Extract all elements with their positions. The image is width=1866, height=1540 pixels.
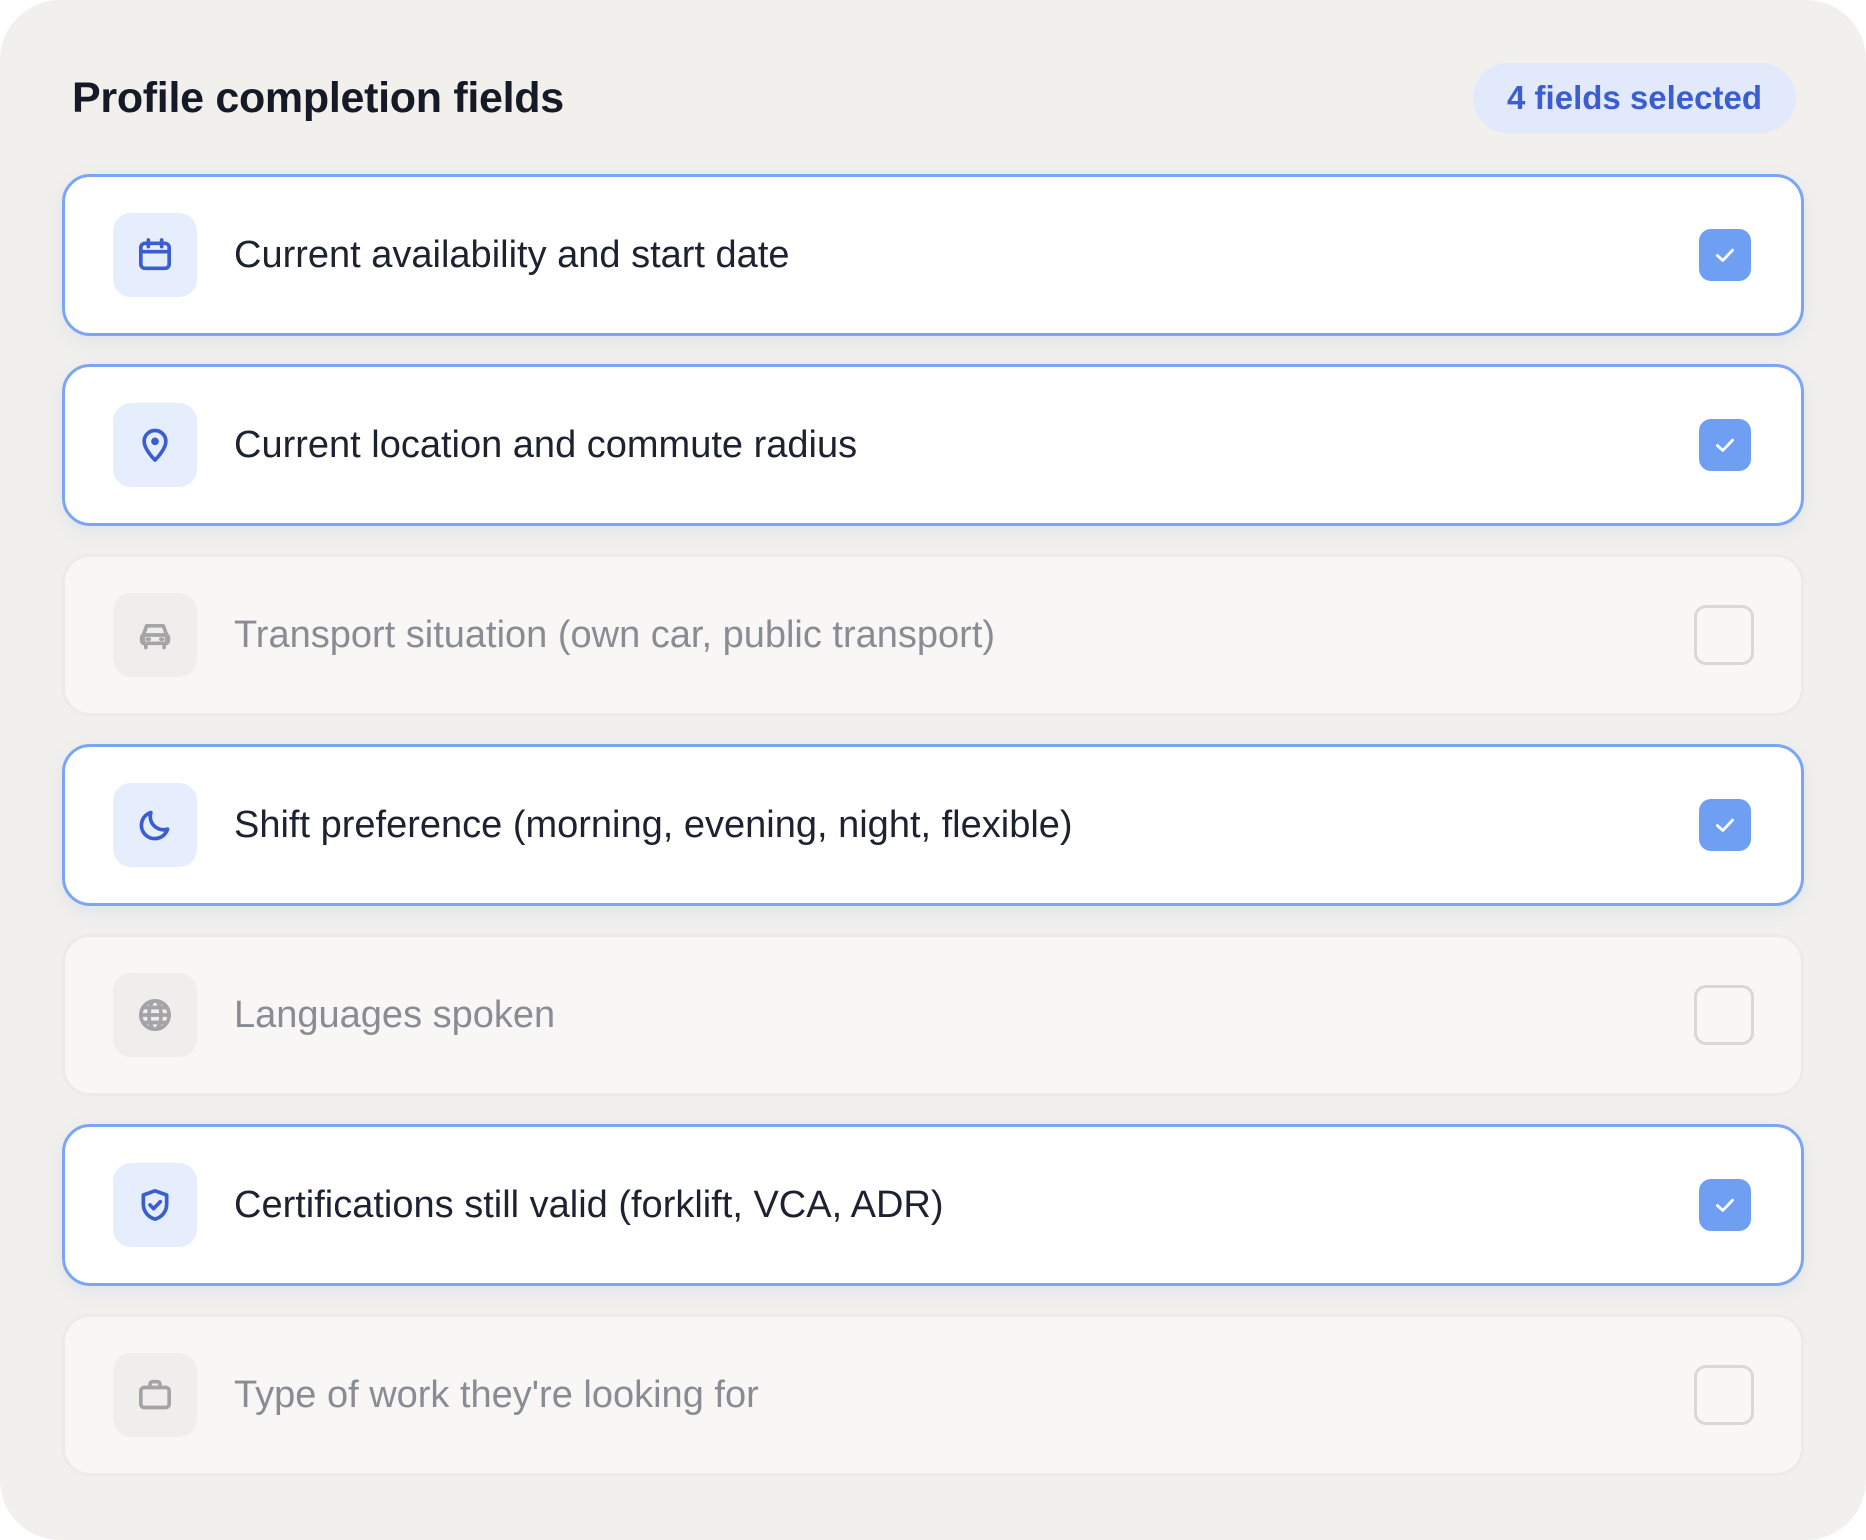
check-icon xyxy=(1716,818,1734,832)
profile-fields-panel: Profile completion fields 4 fields selec… xyxy=(0,0,1866,1540)
field-row-languages[interactable]: Languages spoken xyxy=(62,934,1804,1096)
field-row-shift[interactable]: Shift preference (morning, evening, nigh… xyxy=(62,744,1804,906)
field-row-location[interactable]: Current location and commute radius xyxy=(62,364,1804,526)
field-checkbox-unchecked[interactable] xyxy=(1694,1365,1754,1425)
check-icon xyxy=(1716,1198,1734,1212)
field-row-transport[interactable]: Transport situation (own car, public tra… xyxy=(62,554,1804,716)
field-label: Certifications still valid (forklift, VC… xyxy=(234,1183,944,1226)
field-row-availability[interactable]: Current availability and start date xyxy=(62,174,1804,336)
moon-icon xyxy=(113,783,197,867)
field-label: Languages spoken xyxy=(234,993,556,1036)
selected-count-badge: 4 fields selected xyxy=(1473,63,1796,133)
field-label: Current location and commute radius xyxy=(234,423,858,466)
field-label: Current availability and start date xyxy=(234,233,790,276)
shield-check-icon xyxy=(113,1163,197,1247)
field-row-certifications[interactable]: Certifications still valid (forklift, VC… xyxy=(62,1124,1804,1286)
field-checkbox-checked[interactable] xyxy=(1699,799,1751,851)
field-label: Transport situation (own car, public tra… xyxy=(234,613,996,656)
field-label: Shift preference (morning, evening, nigh… xyxy=(234,803,1073,846)
field-checkbox-unchecked[interactable] xyxy=(1694,605,1754,665)
field-row-work-type[interactable]: Type of work they're looking for xyxy=(62,1314,1804,1476)
field-checkbox-checked[interactable] xyxy=(1699,229,1751,281)
panel-title: Profile completion fields xyxy=(72,73,564,122)
field-label: Type of work they're looking for xyxy=(234,1373,759,1416)
briefcase-icon xyxy=(113,1353,197,1437)
map-pin-icon xyxy=(113,403,197,487)
field-checkbox-checked[interactable] xyxy=(1699,1179,1751,1231)
check-icon xyxy=(1716,438,1734,452)
calendar-icon xyxy=(113,213,197,297)
panel-header: Profile completion fields 4 fields selec… xyxy=(72,60,1796,136)
car-icon xyxy=(113,593,197,677)
check-icon xyxy=(1716,248,1734,262)
field-checkbox-checked[interactable] xyxy=(1699,419,1751,471)
field-checkbox-unchecked[interactable] xyxy=(1694,985,1754,1045)
field-list: Current availability and start date Curr… xyxy=(62,174,1804,1504)
globe-icon xyxy=(113,973,197,1057)
